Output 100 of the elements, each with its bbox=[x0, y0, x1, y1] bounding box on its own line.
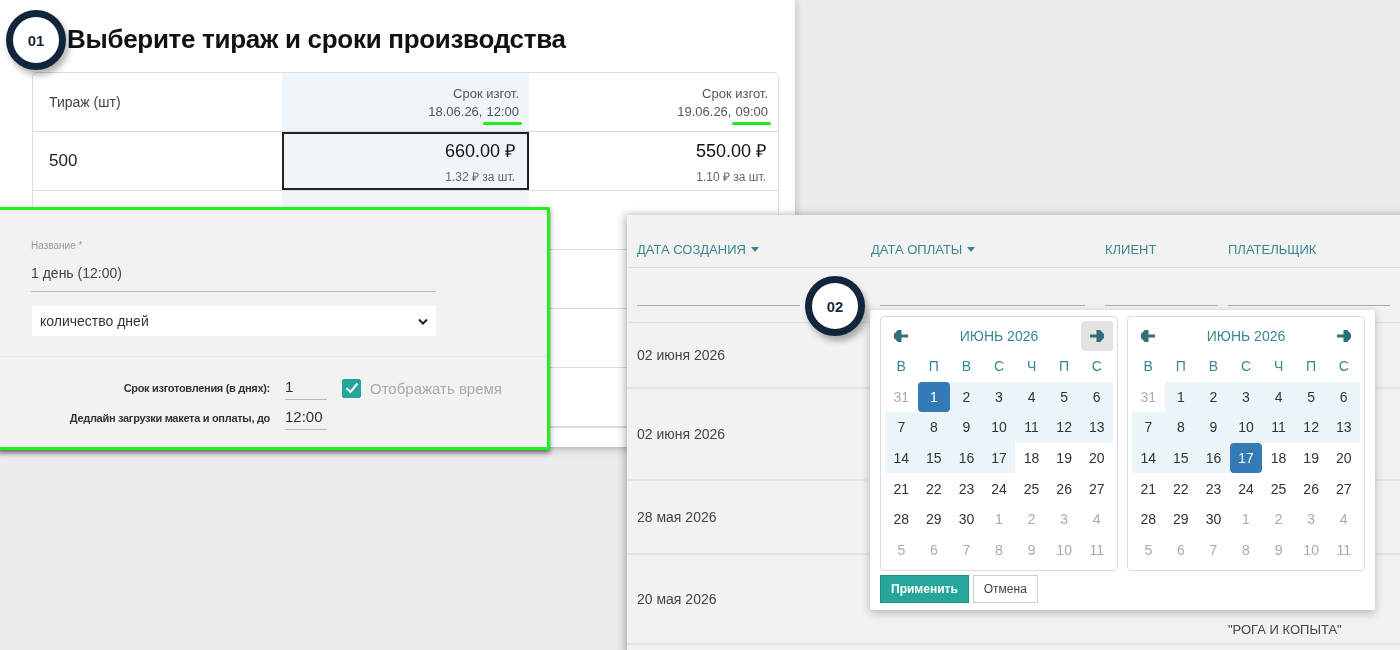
price-option[interactable]: 550.00 ₽ 1.10 ₽ за шт. bbox=[529, 132, 778, 190]
table-cell: "РОГА И КОПЫТА" bbox=[1228, 622, 1342, 637]
section-heading: Выберите тираж и сроки производства bbox=[67, 24, 566, 55]
calendar-day[interactable]: 20 bbox=[1327, 442, 1360, 474]
calendar-day[interactable]: 26 bbox=[1047, 473, 1081, 504]
weekday-label: С bbox=[1337, 357, 1350, 377]
weekday-label: П bbox=[927, 357, 940, 377]
calendar-day[interactable]: 7 bbox=[885, 412, 918, 443]
calendar-day[interactable]: 21 bbox=[1132, 473, 1165, 504]
calendar-day[interactable]: 4 bbox=[1015, 381, 1048, 413]
weekday-label: С bbox=[992, 357, 1006, 377]
calendar-day[interactable]: 19 bbox=[1294, 442, 1328, 474]
column-time: 09:00 bbox=[735, 103, 768, 119]
table-cell: 02 июня 2026 bbox=[637, 347, 726, 363]
calendar-day[interactable]: 16 bbox=[1197, 442, 1230, 474]
calendar-day[interactable]: 6 bbox=[1080, 381, 1113, 413]
table-cell: 28 мая 2026 bbox=[637, 509, 717, 525]
calendar-day[interactable]: 5 bbox=[1047, 381, 1081, 413]
month-title: ИЮНЬ 2026 bbox=[959, 328, 1039, 344]
calendar-day[interactable]: 4 bbox=[1262, 381, 1295, 413]
calendar-day[interactable]: 13 bbox=[1080, 412, 1113, 443]
calendar-day[interactable]: 27 bbox=[1080, 473, 1113, 504]
calendar-day[interactable]: 21 bbox=[885, 473, 918, 504]
calendar-day[interactable]: 18 bbox=[1262, 442, 1295, 474]
calendar-day[interactable]: 11 bbox=[1015, 412, 1048, 443]
calendar-day[interactable]: 2 bbox=[950, 381, 983, 413]
arrow-left-icon bbox=[1141, 330, 1155, 342]
weekday-label: П bbox=[1305, 357, 1318, 377]
calendar-day[interactable]: 23 bbox=[950, 473, 983, 504]
calendar-day[interactable]: 19 bbox=[1047, 442, 1081, 474]
field-label: Дедлайн загрузки макета и оплаты, до bbox=[68, 412, 270, 424]
calendar-day[interactable]: 3 bbox=[1229, 381, 1263, 413]
calendar-day[interactable]: 23 bbox=[1197, 473, 1230, 504]
column-header: Тираж (шт) bbox=[48, 93, 122, 112]
calendar-day[interactable]: 1 bbox=[917, 381, 951, 413]
calendar-day[interactable]: 10 bbox=[982, 412, 1016, 443]
calendar-day[interactable]: 11 bbox=[1262, 412, 1295, 443]
column-header[interactable]: ПЛАТЕЛЬЩИК bbox=[1228, 242, 1317, 257]
calendar-day[interactable]: 14 bbox=[885, 442, 918, 474]
arrow-left-icon bbox=[894, 330, 908, 342]
calendar-day[interactable]: 8 bbox=[917, 412, 951, 443]
calendar-day[interactable]: 25 bbox=[1015, 473, 1048, 504]
calendar-day[interactable]: 24 bbox=[982, 473, 1016, 504]
calendar-day[interactable]: 22 bbox=[917, 473, 951, 504]
weekday-label: Ч bbox=[1025, 357, 1038, 377]
column-header[interactable]: КЛИЕНТ bbox=[1105, 242, 1157, 257]
calendar-day[interactable]: 27 bbox=[1327, 473, 1360, 504]
arrow-right-icon bbox=[1337, 330, 1351, 342]
column-time: 12:00 bbox=[486, 103, 519, 119]
arrow-right-icon bbox=[1090, 330, 1104, 342]
calendar-day[interactable]: 8 bbox=[1164, 412, 1198, 443]
calendar-day[interactable]: 29 bbox=[1164, 503, 1198, 535]
calendar-day[interactable]: 30 bbox=[950, 503, 983, 535]
calendar-day[interactable]: 16 bbox=[950, 442, 983, 474]
input-field[interactable]: 1 bbox=[285, 376, 327, 400]
select-field[interactable]: количество дней bbox=[32, 306, 436, 336]
weekday-label: В bbox=[895, 357, 907, 377]
column-header[interactable]: ДАТА ОПЛАТЫ bbox=[871, 242, 976, 257]
column-header: Срок изгот. bbox=[453, 85, 519, 101]
calendar-day[interactable]: 7 bbox=[1132, 412, 1165, 443]
weekday-label: С bbox=[1090, 357, 1103, 377]
table-cell: 20 мая 2026 bbox=[637, 591, 717, 607]
weekday-label: П bbox=[1058, 357, 1071, 377]
calendar-day[interactable]: 5 bbox=[1294, 381, 1328, 413]
calendar-day[interactable]: 22 bbox=[1164, 473, 1198, 504]
calendar-day[interactable]: 25 bbox=[1262, 473, 1295, 504]
calendar-day[interactable]: 28 bbox=[885, 503, 918, 535]
column-header[interactable]: ДАТА СОЗДАНИЯ bbox=[637, 242, 759, 257]
weekday-label: С bbox=[1239, 357, 1253, 377]
table-cell: 02 июня 2026 bbox=[637, 426, 726, 442]
calendar-day[interactable]: 24 bbox=[1229, 473, 1263, 504]
calendar-day[interactable]: 29 bbox=[917, 503, 951, 535]
cancel-button[interactable]: Отмена bbox=[972, 575, 1038, 603]
column-date: 19.06.26, bbox=[677, 103, 732, 119]
weekday-label: В bbox=[1207, 357, 1220, 377]
calendar-day[interactable]: 6 bbox=[1327, 381, 1360, 413]
month-title: ИЮНЬ 2026 bbox=[1206, 328, 1286, 344]
calendar-day[interactable]: 3 bbox=[982, 381, 1016, 413]
calendar-day[interactable]: 10 bbox=[1229, 412, 1263, 443]
field-label: Название * bbox=[31, 240, 83, 251]
calendar-day[interactable]: 1 bbox=[1164, 381, 1198, 413]
column-header: Срок изгот. bbox=[702, 85, 768, 101]
checkbox[interactable] bbox=[342, 378, 361, 398]
input-field[interactable]: 1 день (12:00) bbox=[31, 265, 436, 292]
calendar-day[interactable]: 26 bbox=[1294, 473, 1328, 504]
calendar-day[interactable]: 20 bbox=[1080, 442, 1113, 474]
price-option[interactable]: 660.00 ₽ 1.32 ₽ за шт. bbox=[282, 132, 529, 190]
calendar-day[interactable]: 9 bbox=[1197, 412, 1230, 443]
next-month-button[interactable] bbox=[1081, 321, 1113, 351]
calendar-day[interactable]: 13 bbox=[1327, 412, 1360, 443]
calendar-day[interactable]: 18 bbox=[1015, 442, 1048, 474]
weekday-label: Ч bbox=[1272, 357, 1285, 377]
calendar-day[interactable]: 12 bbox=[1047, 412, 1081, 443]
calendar-day[interactable]: 30 bbox=[1197, 503, 1230, 535]
calendar-day[interactable]: 14 bbox=[1132, 442, 1165, 474]
calendar-day[interactable]: 9 bbox=[950, 412, 983, 443]
input-field[interactable]: 12:00 bbox=[285, 406, 327, 430]
calendar-day[interactable]: 12 bbox=[1294, 412, 1328, 443]
calendar-day[interactable]: 2 bbox=[1197, 381, 1230, 413]
calendar-day[interactable]: 28 bbox=[1132, 503, 1165, 535]
